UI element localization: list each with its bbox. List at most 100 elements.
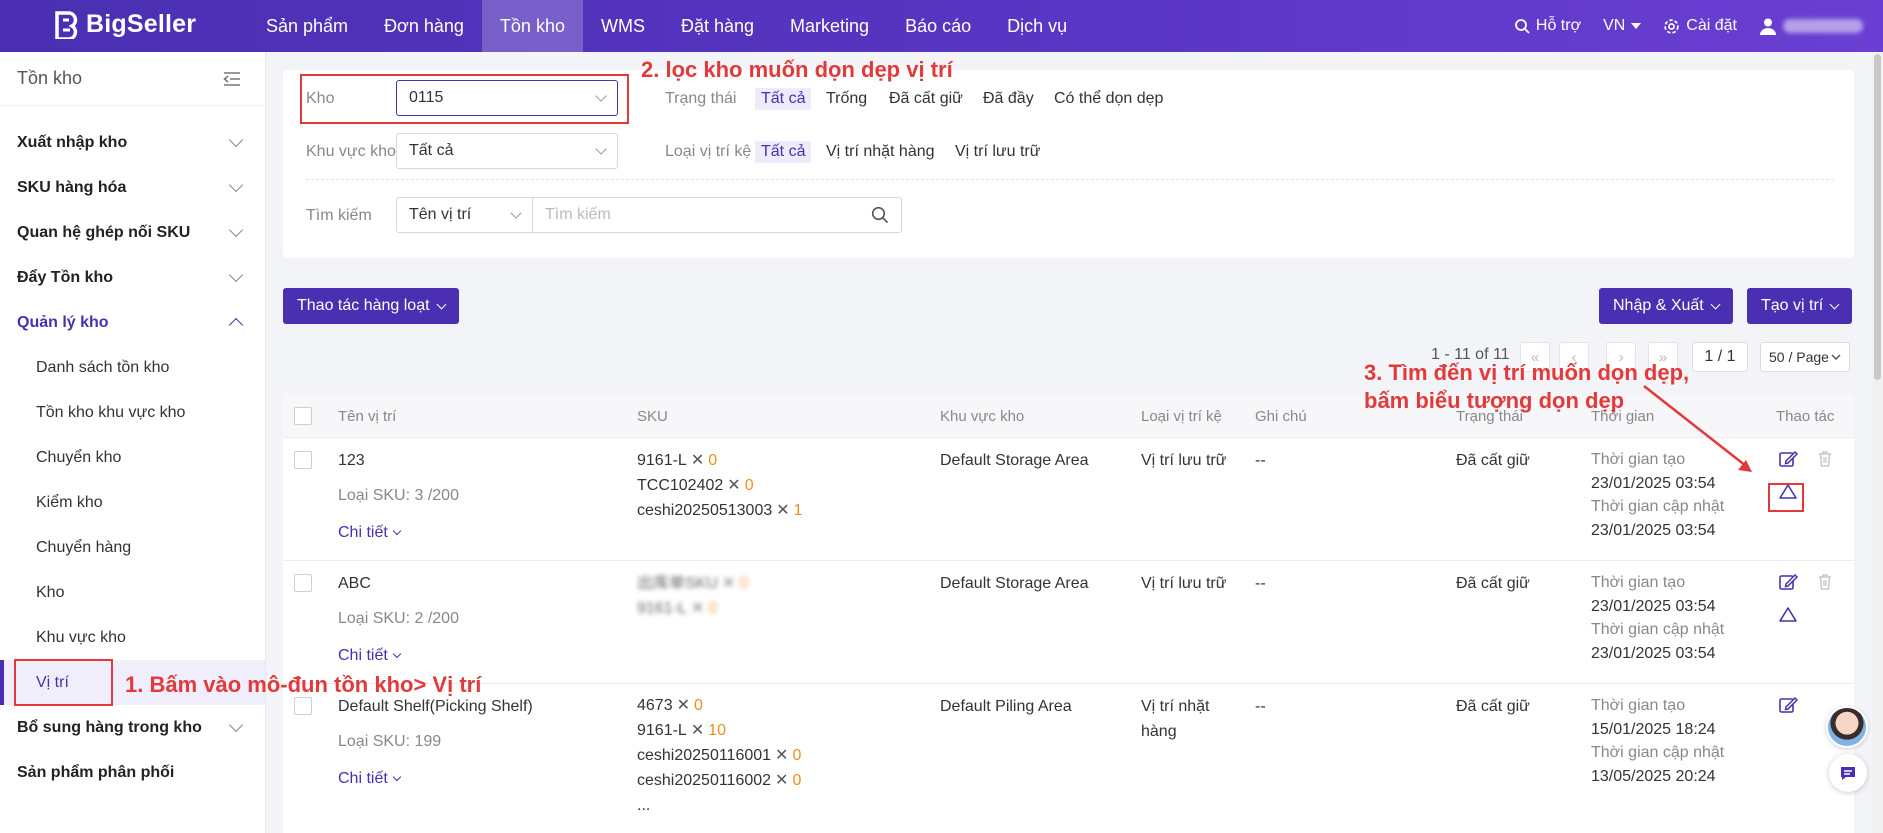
page-input[interactable]: 1 / 1 (1692, 342, 1748, 372)
support-button[interactable]: Hỗ trợ (1514, 17, 1581, 35)
edit-icon[interactable] (1777, 448, 1799, 470)
area-select[interactable]: Tất cả (396, 133, 618, 169)
row-checkbox[interactable] (294, 697, 312, 715)
table-row: 123 Loại SKU: 3 /200 Chi tiết 9161-L ✕ 0 T… (283, 438, 1854, 561)
row-checkbox[interactable] (294, 451, 312, 469)
caret-down-icon (1631, 23, 1642, 29)
bigseller-logo[interactable]: BigSeller (54, 10, 196, 39)
support-agent-avatar[interactable] (1826, 706, 1868, 748)
language-select[interactable]: VN (1603, 17, 1642, 35)
sku-entry: 9161-L ✕ 0 (637, 600, 718, 617)
edit-icon[interactable] (1777, 694, 1799, 716)
sidebar-group-sku-mapping[interactable]: Quan hệ ghép nối SKU (0, 210, 265, 255)
sku-code: ceshi20250116002 (637, 772, 772, 789)
location-status: Đã cất giữ (1456, 575, 1530, 592)
nav-products[interactable]: Sản phẩm (248, 0, 366, 52)
sidebar-group-distribution[interactable]: Sản phẩm phân phối (0, 750, 265, 795)
create-location-button[interactable]: Tạo vị trí (1747, 288, 1853, 324)
details-toggle[interactable]: Chi tiết (338, 643, 402, 668)
sidebar-group-warehouse-management[interactable]: Quản lý kho (0, 300, 265, 345)
sidebar-group-label: SKU hàng hóa (17, 178, 127, 196)
status-option-full[interactable]: Đã đầy (977, 88, 1040, 110)
delete-icon[interactable] (1814, 571, 1836, 593)
sidebar-group-stock-in-out[interactable]: Xuất nhập kho (0, 120, 265, 165)
nav-services[interactable]: Dịch vụ (989, 0, 1085, 52)
nav-orders[interactable]: Đơn hàng (366, 0, 482, 52)
import-export-button[interactable]: Nhập & Xuất (1599, 288, 1733, 324)
sku-qty: 0 (744, 477, 754, 494)
sidebar-item-stocktake[interactable]: Kiểm kho (0, 480, 265, 525)
shelf-type-option-storage[interactable]: Vị trí lưu trữ (949, 141, 1046, 163)
shelf-type-option-picking[interactable]: Vị trí nhặt hàng (820, 141, 941, 163)
sku-qty: 0 (694, 697, 703, 714)
warehouse-area: Default Storage Area (940, 575, 1089, 592)
details-label: Chi tiết (338, 524, 388, 541)
bulk-actions-label: Thao tác hàng loạt (297, 297, 430, 314)
search-field-select[interactable]: Tên vị trí (396, 197, 533, 233)
status-option-stored[interactable]: Đã cất giữ (883, 88, 969, 110)
chevron-down-icon (1831, 354, 1841, 360)
shelf-type-option-all[interactable]: Tất cả (755, 141, 812, 163)
details-toggle[interactable]: Chi tiết (338, 520, 402, 545)
sidebar-header: Tồn kho (0, 52, 265, 106)
row-checkbox[interactable] (294, 574, 312, 592)
page-size-select[interactable]: 50 / Page (1760, 342, 1850, 372)
sidebar-title: Tồn kho (17, 68, 83, 88)
chat-icon (1841, 767, 1855, 780)
sku-type-count: Loại SKU: 2 /200 (338, 610, 459, 627)
clean-up-icon[interactable] (1777, 604, 1799, 626)
page-scrollbar-thumb[interactable] (1874, 54, 1881, 380)
details-toggle[interactable]: Chi tiết (338, 766, 402, 791)
created-time: 15/01/2025 18:24 (1591, 720, 1716, 738)
user-menu[interactable] (1759, 17, 1863, 35)
sidebar-group-replenish[interactable]: Bổ sung hàng trong kho (0, 705, 265, 750)
sidebar-item-inventory-list[interactable]: Danh sách tồn kho (0, 345, 265, 390)
col-area: Khu vực kho (940, 408, 1025, 425)
sidebar-group-label: Bổ sung hàng trong kho (17, 718, 202, 736)
warehouse-area: Default Storage Area (940, 452, 1089, 469)
table-row: Default Shelf(Picking Shelf) Loại SKU: 1… (283, 684, 1854, 833)
sidebar-group-push-stock[interactable]: Đẩy Tồn kho (0, 255, 265, 300)
sku-entry: TCC102402 ✕ 0 (637, 477, 754, 494)
sidebar-item-area-inventory[interactable]: Tồn kho khu vực kho (0, 390, 265, 435)
sidebar-item-transfer[interactable]: Chuyển kho (0, 435, 265, 480)
annotation-highlight-warehouse-filter (300, 74, 629, 124)
nav-reports[interactable]: Báo cáo (887, 0, 989, 52)
status-option-all[interactable]: Tất cả (755, 88, 812, 110)
sku-entry: 9161-L ✕ 10 (637, 722, 727, 739)
shelf-type: Vị trí lưu trữ (1141, 575, 1227, 592)
sidebar-item-warehouse-area[interactable]: Khu vực kho (0, 615, 265, 660)
note: -- (1255, 452, 1266, 469)
sku-entry: ceshi20250116002 ✕ 0 (637, 772, 802, 789)
collapse-menu-icon[interactable] (223, 71, 241, 86)
chat-button[interactable] (1829, 754, 1867, 792)
edit-icon[interactable] (1777, 571, 1799, 593)
location-status: Đã cất giữ (1456, 452, 1530, 469)
nav-inventory[interactable]: Tồn kho (481, 0, 583, 52)
nav-wms[interactable]: WMS (583, 0, 663, 52)
sidebar-item-warehouse[interactable]: Kho (0, 570, 265, 615)
sku-qty: 0 (739, 575, 749, 592)
status-option-empty[interactable]: Trống (820, 88, 873, 110)
bulk-actions-button[interactable]: Thao tác hàng loạt (283, 288, 459, 324)
status-option-cleanable[interactable]: Có thể dọn dẹp (1048, 88, 1169, 110)
col-note: Ghi chú (1255, 408, 1307, 425)
sidebar-group-sku[interactable]: SKU hàng hóa (0, 165, 265, 210)
top-right-tools: Hỗ trợ VN Cài đặt (1514, 0, 1883, 52)
nav-marketing[interactable]: Marketing (772, 0, 887, 52)
chevron-up-icon (228, 317, 244, 333)
search-icon[interactable] (871, 206, 889, 224)
sidebar-group-label: Quan hệ ghép nối SKU (17, 223, 191, 241)
annotation-step-2: 2. lọc kho muốn dọn dẹp vị trí (641, 57, 953, 82)
delete-icon[interactable] (1814, 448, 1836, 470)
search-icon (1514, 19, 1530, 34)
sidebar-item-shipment[interactable]: Chuyển hàng (0, 525, 265, 570)
sku-qty: 10 (708, 722, 727, 739)
sku-code: 9161-L (637, 600, 687, 617)
nav-purchase[interactable]: Đặt hàng (663, 0, 772, 52)
search-input[interactable]: Tìm kiếm (532, 197, 902, 233)
select-all-checkbox[interactable] (294, 407, 312, 425)
sku-code: 9161-L (637, 452, 687, 469)
settings-button[interactable]: Cài đặt (1663, 17, 1737, 35)
sku-qty: 0 (708, 452, 718, 469)
